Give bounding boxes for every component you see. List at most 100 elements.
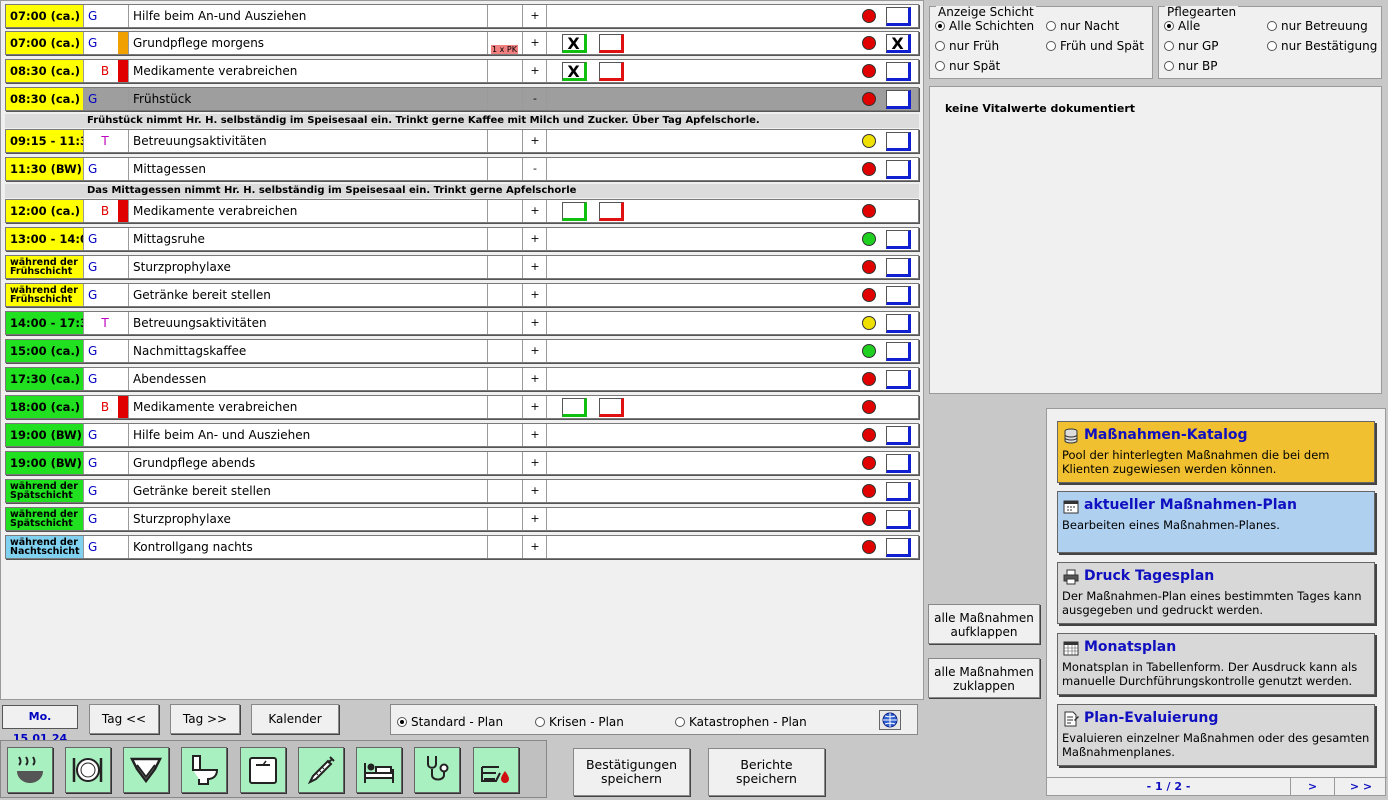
shift-option[interactable]: Früh und Spät xyxy=(1046,39,1144,53)
done-checkbox[interactable] xyxy=(886,482,911,501)
radio-krisen[interactable] xyxy=(535,717,545,727)
row-toggle-button[interactable]: + xyxy=(524,480,547,502)
row-toggle-button[interactable]: + xyxy=(524,508,547,530)
row-toggle-button[interactable]: + xyxy=(524,312,547,334)
next-day-button[interactable]: Tag >> xyxy=(170,704,240,734)
table-row[interactable]: während der Nachtschicht G Kontrollgang na… xyxy=(5,535,919,559)
row-toggle-button[interactable]: + xyxy=(524,5,547,27)
row-toggle-button[interactable]: + xyxy=(524,256,547,278)
row-toggle-button[interactable]: + xyxy=(524,368,547,390)
done-checkbox[interactable]: X xyxy=(886,34,911,53)
syringe-button[interactable] xyxy=(298,747,344,793)
menu-card[interactable]: Monatsplan Monatsplan in Tabellenform. De… xyxy=(1057,633,1375,695)
table-row[interactable]: 15:00 (ca.) G Nachmittagskaffee + xyxy=(5,339,919,363)
table-row[interactable]: während der Spätschicht G Getränke bereit … xyxy=(5,479,919,503)
confirm-checkbox[interactable] xyxy=(562,398,587,417)
row-toggle-button[interactable]: + xyxy=(524,396,547,418)
stethoscope-button[interactable] xyxy=(414,747,460,793)
done-checkbox[interactable] xyxy=(886,426,911,445)
table-row[interactable]: 12:00 (ca.) B Medikamente verabreichen + xyxy=(5,199,919,223)
plan-type-katastrophen[interactable]: Katastrophen - Plan xyxy=(675,715,807,729)
confirm-checkbox[interactable] xyxy=(599,202,624,221)
table-row[interactable]: 08:30 (ca.) B Medikamente verabreichen + X xyxy=(5,59,919,83)
confirm-checkbox[interactable]: X xyxy=(562,34,587,53)
row-toggle-button[interactable]: - xyxy=(524,158,547,180)
done-checkbox[interactable] xyxy=(886,314,911,333)
done-checkbox[interactable] xyxy=(886,286,911,305)
done-checkbox[interactable] xyxy=(886,160,911,179)
done-checkbox[interactable] xyxy=(886,62,911,81)
shift-option[interactable]: Alle Schichten xyxy=(935,19,1034,33)
bed-button[interactable] xyxy=(356,747,402,793)
shift-radio[interactable] xyxy=(935,41,945,51)
prev-day-button[interactable]: Tag << xyxy=(89,704,159,734)
row-toggle-button[interactable]: + xyxy=(524,424,547,446)
table-row[interactable]: 13:00 - 14:00 G Mittagsruhe + xyxy=(5,227,919,251)
table-row[interactable]: 14:00 - 17:30 T Betreuungsaktivitäten + xyxy=(5,311,919,335)
menu-card[interactable]: aktueller Maßnahmen-Plan Bearbeiten eines… xyxy=(1057,491,1375,553)
meal-plate-button[interactable] xyxy=(65,747,111,793)
done-checkbox[interactable] xyxy=(886,132,911,151)
diaper-button[interactable] xyxy=(123,747,169,793)
row-toggle-button[interactable]: + xyxy=(524,536,547,558)
done-checkbox[interactable] xyxy=(886,230,911,249)
save-confirmations-button[interactable]: Bestätigungen speichern xyxy=(573,748,690,796)
next-page-button[interactable]: > xyxy=(1291,778,1335,796)
globe-icon[interactable] xyxy=(879,710,901,730)
care-option[interactable]: nur Betreuung xyxy=(1267,19,1368,33)
done-checkbox[interactable] xyxy=(886,538,911,557)
done-checkbox[interactable] xyxy=(886,258,911,277)
last-page-button[interactable]: > > xyxy=(1335,778,1387,796)
table-row[interactable]: während der Spätschicht G Sturzprophylaxe + xyxy=(5,507,919,531)
confirm-checkbox[interactable]: X xyxy=(562,62,587,81)
radio-standard[interactable] xyxy=(397,717,407,727)
row-toggle-button[interactable]: - xyxy=(524,88,547,110)
table-row[interactable]: 07:00 (ca.) G Grundpflege morgens 1 x PK + X X xyxy=(5,31,919,55)
confirm-checkbox[interactable] xyxy=(599,62,624,81)
care-option[interactable]: nur GP xyxy=(1164,39,1219,53)
save-reports-button[interactable]: Berichte speichern xyxy=(708,748,825,796)
row-toggle-button[interactable]: + xyxy=(524,340,547,362)
table-row[interactable]: 18:00 (ca.) B Medikamente verabreichen + xyxy=(5,395,919,419)
row-toggle-button[interactable]: + xyxy=(524,130,547,152)
table-row[interactable]: 09:15 - 11:30 T Betreuungsaktivitäten + xyxy=(5,129,919,153)
table-row[interactable]: 17:30 (ca.) G Abendessen + xyxy=(5,367,919,391)
confirm-checkbox[interactable] xyxy=(599,34,624,53)
menu-card[interactable]: Maßnahmen-Katalog Pool der hinterlegten M… xyxy=(1057,421,1375,483)
shift-option[interactable]: nur Früh xyxy=(935,39,999,53)
done-checkbox[interactable] xyxy=(886,342,911,361)
care-option[interactable]: nur Bestätigung xyxy=(1267,39,1377,53)
row-toggle-button[interactable]: + xyxy=(524,32,547,54)
calendar-button[interactable]: Kalender xyxy=(251,704,339,734)
table-row[interactable]: während der Frühschicht G Sturzprophylaxe + xyxy=(5,255,919,279)
blood-drop-hand-button[interactable] xyxy=(473,747,519,793)
care-radio[interactable] xyxy=(1164,21,1174,31)
done-checkbox[interactable] xyxy=(886,510,911,529)
care-option[interactable]: Alle xyxy=(1164,19,1200,33)
radio-katastrophen[interactable] xyxy=(675,717,685,727)
shift-radio[interactable] xyxy=(1046,41,1056,51)
care-radio[interactable] xyxy=(1164,41,1174,51)
care-radio[interactable] xyxy=(1267,41,1277,51)
table-row[interactable]: 08:30 (ca.) G Frühstück - xyxy=(5,87,919,111)
confirm-checkbox[interactable] xyxy=(562,202,587,221)
done-checkbox[interactable] xyxy=(886,90,911,109)
shift-option[interactable]: nur Spät xyxy=(935,59,1000,73)
done-checkbox[interactable] xyxy=(886,370,911,389)
row-toggle-button[interactable]: + xyxy=(524,452,547,474)
table-row[interactable]: während der Frühschicht G Getränke bereit … xyxy=(5,283,919,307)
care-option[interactable]: nur BP xyxy=(1164,59,1217,73)
row-toggle-button[interactable]: + xyxy=(524,228,547,250)
table-row[interactable]: 07:00 (ca.) G Hilfe beim An-und Ausziehen + xyxy=(5,4,919,28)
done-checkbox[interactable] xyxy=(886,7,911,26)
shift-option[interactable]: nur Nacht xyxy=(1046,19,1119,33)
collapse-all-button[interactable]: alle Maßnahmen zuklappen xyxy=(928,658,1040,698)
table-row[interactable]: 19:00 (BW) G Grundpflege abends + xyxy=(5,451,919,475)
confirm-checkbox[interactable] xyxy=(599,398,624,417)
done-checkbox[interactable] xyxy=(886,454,911,473)
shift-radio[interactable] xyxy=(935,61,945,71)
care-radio[interactable] xyxy=(1164,61,1174,71)
scale-button[interactable] xyxy=(240,747,286,793)
row-toggle-button[interactable]: + xyxy=(524,60,547,82)
care-radio[interactable] xyxy=(1267,21,1277,31)
